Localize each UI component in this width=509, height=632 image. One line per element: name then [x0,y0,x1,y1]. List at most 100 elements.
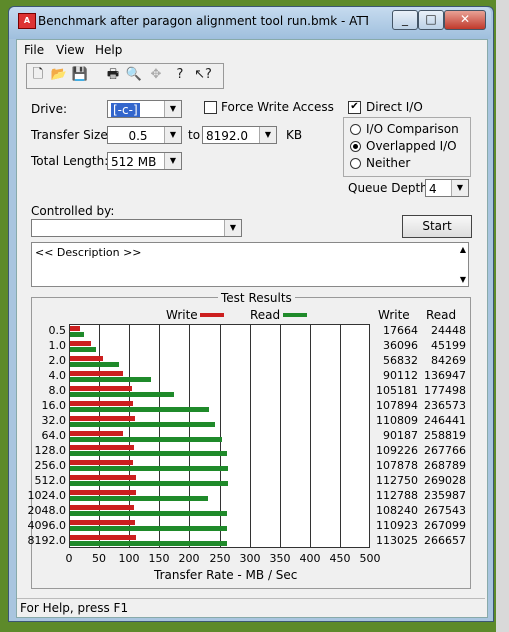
x-axis-label: Transfer Rate - MB / Sec [154,568,298,582]
x-tick-label: 400 [299,552,321,565]
status-bar: For Help, press F1 [17,598,485,617]
neither-radio[interactable] [350,158,361,169]
drive-label: Drive: [31,102,68,116]
read-bar [70,422,215,427]
write-value-label: 109226 [376,444,418,457]
x-tick-label: 50 [92,552,106,565]
minimize-button[interactable]: _ [392,10,418,30]
write-bar [70,520,135,525]
y-category-label: 64.0 [41,429,67,442]
write-value-label: 105181 [376,384,418,397]
y-category-label: 128.0 [34,444,67,457]
read-value-label: 267099 [424,519,466,532]
write-value-label: 90187 [383,429,418,442]
controlled-by-select[interactable]: ▼ [31,219,242,237]
y-category-label: 256.0 [34,459,67,472]
write-bar [70,460,133,465]
x-tick-label: 200 [178,552,200,565]
y-category-label: 4.0 [48,369,67,382]
read-value-label: 136947 [424,369,466,382]
read-bar [70,496,208,501]
description-box[interactable]: << Description >> ▲ ▼ [31,242,469,287]
read-column-header: Read [426,308,457,322]
write-value-label: 107894 [376,399,418,412]
new-file-icon[interactable]: 🗋 [28,65,48,85]
write-bar [70,341,91,346]
help-icon[interactable]: ? [170,65,190,85]
legend-write-label: Write [166,308,198,322]
direct-io-label: Direct I/O [366,100,423,114]
read-bar [70,362,119,367]
scroll-up-icon[interactable]: ▲ [460,245,466,254]
chevron-down-icon: ▼ [451,180,468,196]
y-category-label: 16.0 [41,399,67,412]
x-tick-label: 0 [65,552,73,565]
read-bar [70,347,96,352]
read-value-label: 267543 [424,504,466,517]
close-button[interactable]: ✕ [444,10,486,30]
maximize-button[interactable]: □ [418,10,444,30]
overlapped-io-radio[interactable] [350,141,361,152]
write-bar [70,386,132,391]
read-value-label: 45199 [431,339,466,352]
menu-help[interactable]: Help [95,42,122,58]
print-preview-icon[interactable]: 🔍 [124,65,144,85]
scroll-down-icon[interactable]: ▼ [460,275,466,284]
read-bar [70,377,151,382]
transfer-from-select[interactable]: 0.5 ▼ [107,126,182,144]
y-category-label: 2048.0 [27,504,67,517]
io-comparison-radio[interactable] [350,124,361,135]
read-value-label: 269028 [424,474,466,487]
read-bar [70,526,227,531]
read-value-label: 246441 [424,414,466,427]
write-bar [70,431,123,436]
x-tick-label: 450 [329,552,351,565]
kb-label: KB [286,128,303,142]
legend-read-swatch [283,313,307,317]
open-folder-icon[interactable]: 📂 [49,65,69,85]
read-bar [70,332,84,337]
total-length-label: Total Length: [31,154,109,168]
drive-select[interactable]: [-c-] ▼ [107,100,182,118]
move-icon[interactable]: ✥ [146,65,166,85]
read-value-label: 267766 [424,444,466,457]
neither-label: Neither [366,156,411,170]
x-tick-label: 100 [118,552,140,565]
write-value-label: 36096 [383,339,418,352]
write-bar [70,326,80,331]
menu-file[interactable]: File [24,42,44,58]
read-bar [70,437,222,442]
transfer-to-select[interactable]: 8192.0 ▼ [202,126,277,144]
queue-depth-value: 4 [429,182,437,196]
menu-view[interactable]: View [56,42,84,58]
x-tick-label: 350 [269,552,291,565]
atto-app-icon: A [18,13,36,29]
force-write-checkbox[interactable] [204,101,217,114]
read-bar [70,392,174,397]
write-bar [70,401,133,406]
save-icon[interactable]: 💾 [70,65,90,85]
y-category-label: 4096.0 [27,519,67,532]
write-column-header: Write [378,308,410,322]
read-value-label: 258819 [424,429,466,442]
print-icon[interactable]: 🖶 [103,65,123,85]
total-length-select[interactable]: 512 MB ▼ [107,152,182,170]
write-bar [70,416,135,421]
write-bar [70,505,134,510]
read-bar [70,541,227,546]
start-button[interactable]: Start [402,215,472,238]
write-bar [70,371,123,376]
read-bar [70,466,228,471]
gridline [340,324,341,548]
context-help-icon[interactable]: ↖? [193,65,213,85]
write-bar [70,490,136,495]
background-strip [496,0,509,632]
direct-io-checkbox[interactable]: ✔ [348,101,361,114]
queue-depth-select[interactable]: 4 ▼ [425,179,469,197]
y-category-label: 0.5 [48,324,67,337]
y-category-label: 512.0 [34,474,67,487]
test-results-title: Test Results [218,291,295,305]
gridline [280,324,281,548]
write-bar [70,475,136,480]
force-write-label: Force Write Access [221,100,334,114]
